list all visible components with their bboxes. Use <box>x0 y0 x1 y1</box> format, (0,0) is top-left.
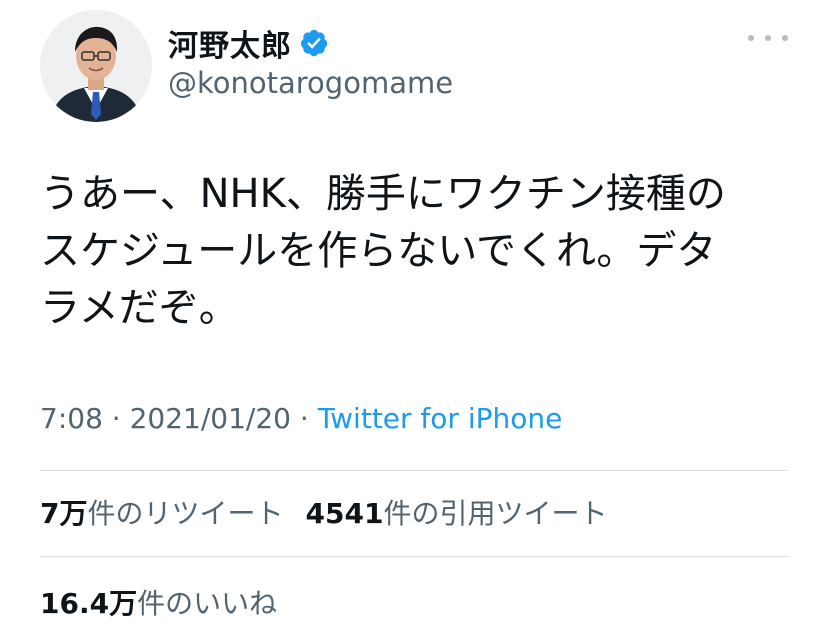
quotes-stat[interactable]: 4541件の引用ツイート <box>306 497 608 530</box>
quotes-label: 件の引用ツイート <box>383 497 608 530</box>
quotes-count: 4541 <box>305 497 384 530</box>
verified-badge-icon <box>299 28 329 58</box>
retweets-stat[interactable]: 7万件のリツイート <box>40 497 284 530</box>
avatar[interactable] <box>40 10 152 122</box>
retweets-label: 件のリツイート <box>87 497 284 530</box>
user-handle[interactable]: @konotarogomame <box>168 66 453 100</box>
retweets-count: 7万 <box>40 497 88 530</box>
tweet-date[interactable]: 2021/01/20 <box>130 402 291 435</box>
divider <box>40 556 788 557</box>
engagement-stats: 7万件のリツイート 4541件の引用ツイート <box>40 492 607 532</box>
more-options-icon-dot <box>782 35 788 41</box>
tweet-source-link[interactable]: Twitter for iPhone <box>318 402 563 435</box>
display-name[interactable]: 河野太郎 <box>168 21 292 65</box>
more-options-icon-dot <box>765 35 771 41</box>
tweet-meta: 7:08 · 2021/01/20 · Twitter for iPhone <box>40 402 562 435</box>
meta-separator: · <box>102 402 130 435</box>
more-options-icon <box>748 35 754 41</box>
tweet-time[interactable]: 7:08 <box>40 402 103 435</box>
divider <box>40 470 788 471</box>
tweet-text: うあー、NHK、勝手にワクチン接種の スケジュールを作らないでくれ。デタ ラメだ… <box>40 171 726 331</box>
user-name-row[interactable]: 河野太郎 <box>168 22 329 64</box>
meta-separator: · <box>290 402 318 435</box>
likes-stat[interactable]: 16.4万件のいいね <box>40 582 277 622</box>
likes-label: 件のいいね <box>137 587 278 620</box>
more-options-button[interactable] <box>748 26 788 50</box>
likes-count: 16.4万 <box>40 587 138 620</box>
avatar-image <box>40 10 152 122</box>
